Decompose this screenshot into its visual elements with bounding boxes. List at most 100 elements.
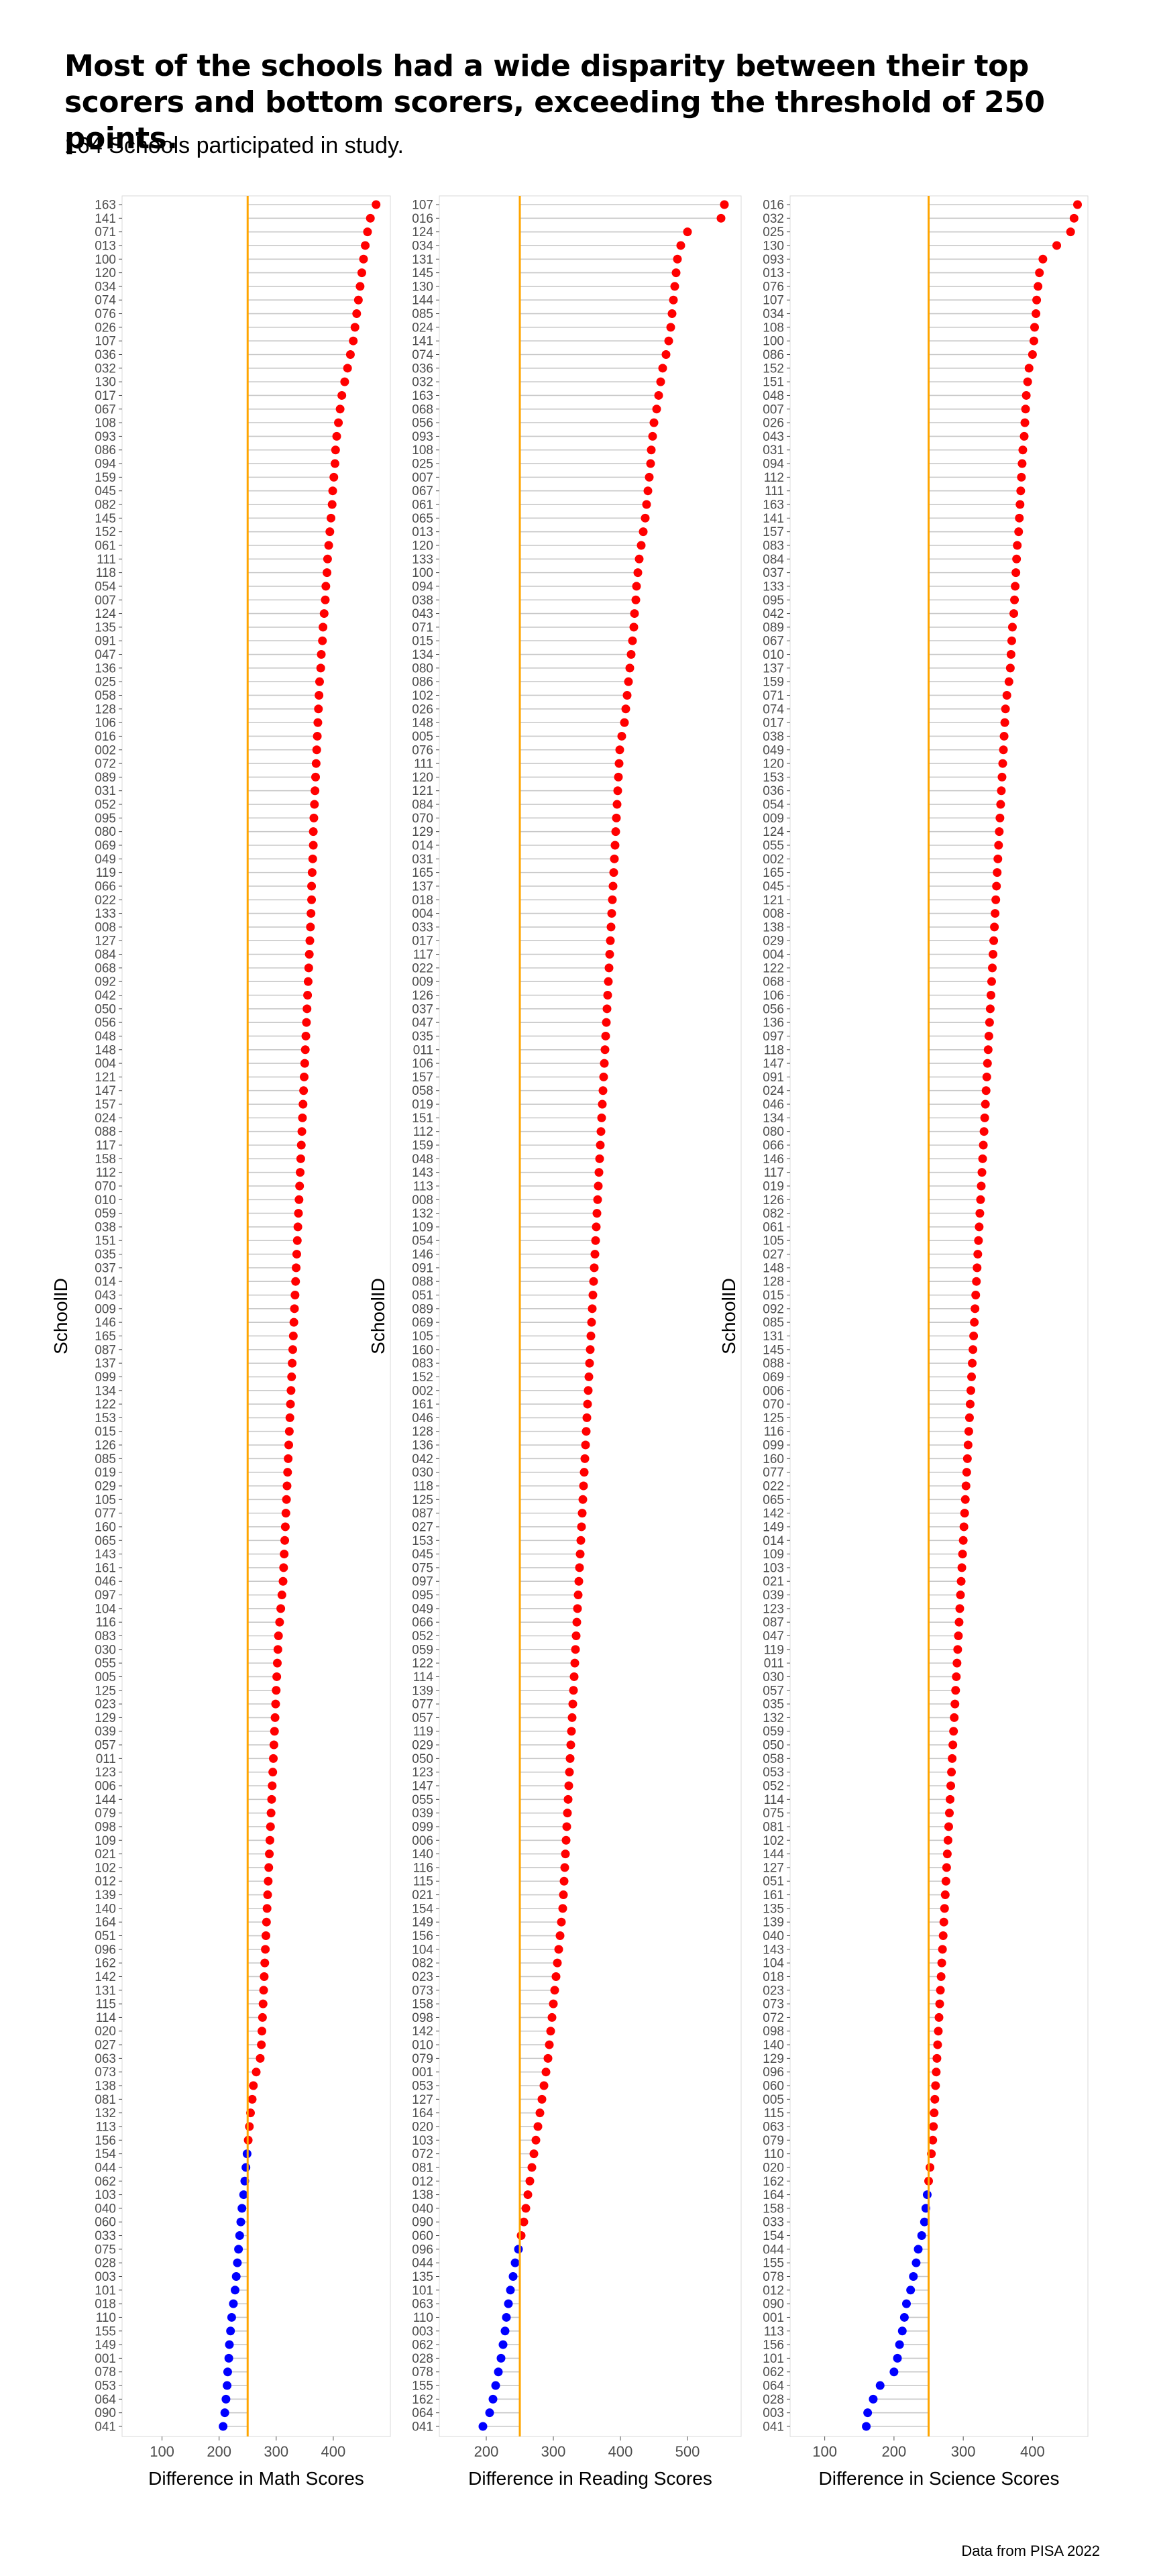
y-tick-label: 098	[763, 2025, 784, 2039]
data-point	[971, 1304, 980, 1313]
y-tick-label: 095	[95, 812, 116, 826]
y-tick-label: 140	[763, 2039, 784, 2053]
y-tick-label: 029	[95, 1479, 116, 1493]
y-tick-label: 045	[412, 1548, 433, 1562]
y-tick-label: 014	[412, 839, 433, 853]
y-tick-label: 056	[95, 1016, 116, 1030]
data-point	[284, 1440, 294, 1450]
data-point	[958, 1550, 967, 1559]
y-tick-label: 015	[412, 635, 433, 649]
y-tick-label: 028	[412, 2352, 433, 2366]
data-point	[329, 472, 339, 482]
data-point	[926, 2163, 935, 2172]
y-tick-label: 004	[95, 1057, 116, 1071]
y-tick-label: 163	[95, 199, 116, 213]
y-tick-label: 048	[95, 1030, 116, 1044]
data-point	[307, 909, 316, 918]
data-point	[600, 1045, 610, 1055]
data-point	[971, 1291, 981, 1300]
y-tick-label: 089	[412, 1302, 433, 1316]
y-tick-label: 086	[95, 443, 116, 458]
y-tick-label: 099	[95, 1371, 116, 1385]
data-point	[998, 759, 1007, 768]
data-point	[596, 1127, 606, 1136]
y-tick-label: 006	[95, 1780, 116, 1794]
data-point	[300, 1059, 309, 1068]
data-point	[1013, 541, 1022, 550]
data-point	[328, 486, 337, 496]
y-tick-label: 012	[412, 2175, 433, 2189]
y-tick-label: 149	[763, 1520, 784, 1534]
data-point	[583, 1399, 592, 1409]
y-tick-label: 101	[412, 2284, 433, 2298]
y-tick-label: 063	[763, 2120, 784, 2134]
y-tick-label: 064	[95, 2393, 116, 2407]
data-point	[975, 1222, 984, 1232]
data-point	[622, 690, 632, 700]
data-point	[297, 1127, 307, 1136]
data-point	[561, 1849, 570, 1859]
y-tick-label: 094	[763, 458, 784, 472]
y-tick-label: 057	[95, 1739, 116, 1753]
y-tick-label: 085	[95, 1452, 116, 1466]
data-point	[931, 2081, 940, 2090]
data-point	[581, 1440, 590, 1450]
y-tick-label: 018	[763, 1970, 784, 1984]
y-tick-label: 083	[95, 1629, 116, 1644]
y-tick-label: 083	[412, 1357, 433, 1371]
data-point	[592, 1209, 602, 1218]
data-point	[307, 868, 317, 877]
y-tick-label: 108	[763, 321, 784, 335]
y-tick-label: 069	[412, 1316, 433, 1330]
data-point	[1021, 405, 1030, 414]
data-point	[335, 405, 345, 414]
data-point	[261, 1945, 270, 1954]
y-tick-label: 147	[763, 1057, 784, 1071]
y-tick-label: 038	[95, 1220, 116, 1234]
data-point	[1019, 431, 1029, 441]
y-tick-label: 076	[95, 307, 116, 321]
data-point	[279, 1563, 288, 1572]
y-tick-label: 024	[763, 1084, 784, 1098]
y-tick-label: 134	[95, 1384, 116, 1398]
data-point	[223, 2367, 232, 2377]
data-point	[944, 1809, 954, 1818]
data-point	[363, 227, 372, 237]
y-tick-label: 112	[96, 1166, 116, 1180]
data-point	[260, 1972, 269, 1981]
y-tick-label: 026	[412, 702, 433, 716]
data-point	[669, 295, 678, 305]
data-point	[573, 1604, 582, 1613]
data-point	[353, 295, 363, 305]
data-point	[301, 1031, 311, 1040]
data-point	[993, 854, 1003, 863]
y-tick-label: 093	[763, 253, 784, 267]
y-tick-label: 065	[763, 1493, 784, 1507]
data-point	[608, 881, 618, 891]
data-point	[1052, 241, 1062, 250]
data-point	[327, 500, 337, 509]
data-point	[586, 1345, 595, 1354]
data-point	[502, 2312, 511, 2322]
y-tick-label: 152	[95, 525, 116, 539]
data-point	[349, 336, 358, 345]
y-tick-label: 102	[412, 689, 433, 703]
y-tick-label: 086	[763, 348, 784, 362]
data-point	[313, 718, 323, 727]
data-point	[949, 1727, 958, 1736]
y-tick-label: 021	[95, 1847, 116, 1862]
data-point	[950, 1699, 960, 1709]
y-tick-label: 146	[95, 1316, 116, 1330]
y-tick-label: 098	[412, 2011, 433, 2025]
y-tick-label: 008	[412, 1193, 433, 1208]
data-point	[941, 1876, 950, 1886]
data-point	[299, 1072, 309, 1081]
y-tick-label: 164	[412, 2106, 433, 2121]
data-point	[265, 1835, 274, 1845]
data-point	[578, 1495, 588, 1504]
data-point	[249, 2081, 258, 2090]
y-tick-label: 038	[763, 730, 784, 744]
y-tick-label: 045	[95, 484, 116, 498]
data-point	[312, 745, 321, 755]
data-point	[361, 241, 370, 250]
